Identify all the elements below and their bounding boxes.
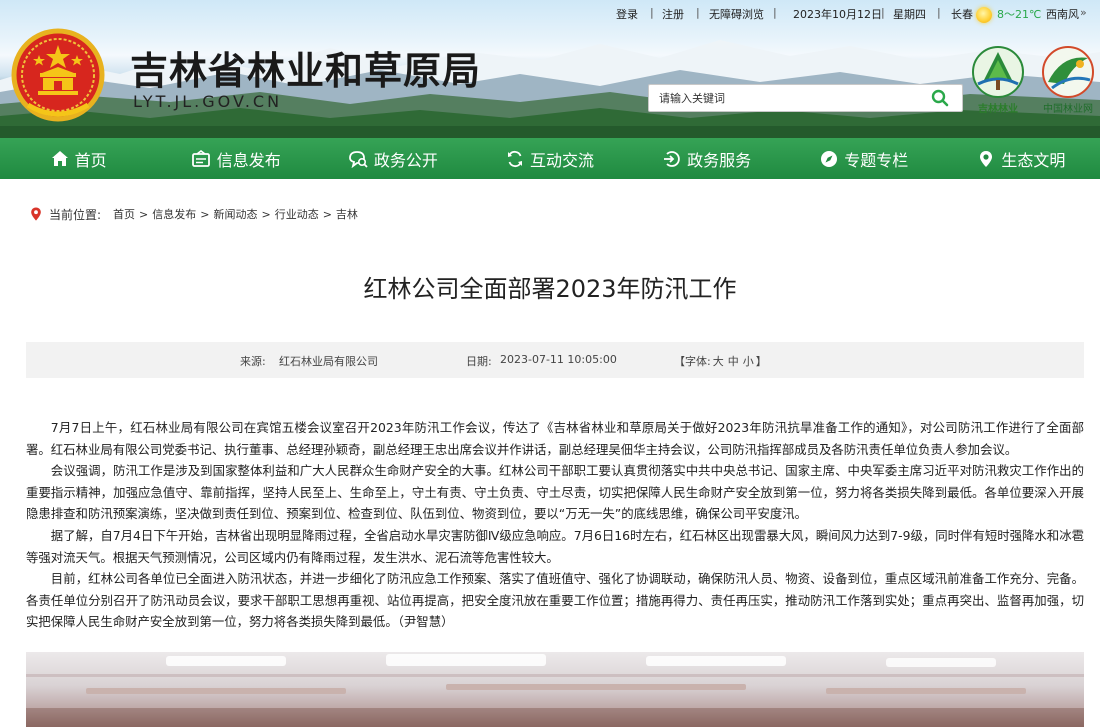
breadcrumb-item-jilin[interactable]: 吉林 (336, 206, 358, 222)
breadcrumb: 当前位置: 首页 > 信息发布 > 新闻动态 > 行业动态 > 吉林 (29, 205, 358, 223)
site-domain: LYT.JL.GOV.CN (133, 92, 283, 111)
article-paragraph: 目前，红林公司各单位已全面进入防汛状态，并进一步细化了防汛应急工作预案、落实了值… (26, 571, 1084, 630)
current-weekday: 星期四 (893, 8, 926, 21)
login-link[interactable]: 登录 (616, 8, 638, 21)
nav-item-service[interactable]: 政务服务 (629, 138, 786, 179)
weather-wind: 西南风 (1046, 8, 1079, 21)
nav-item-info-release[interactable]: 信息发布 (157, 138, 314, 179)
breadcrumb-label: 当前位置: (49, 207, 102, 222)
separator: | (773, 6, 777, 19)
weather-more-icon[interactable]: » (1080, 6, 1087, 19)
nav-item-label: 信息发布 (216, 150, 281, 170)
nav-item-label: 政务公开 (373, 150, 438, 170)
breadcrumb-separator: > (139, 207, 149, 221)
home-icon (51, 150, 68, 166)
font-size-medium-button[interactable]: 中 (728, 355, 739, 368)
current-date: 2023年10月12日 (793, 8, 882, 21)
search-icon (931, 89, 949, 107)
top-utility-bar: 登录 | 注册 | 无障碍浏览 | 2023年10月12日 | 星期四 | 长春… (0, 4, 1100, 23)
breadcrumb-item-news[interactable]: 新闻动态 (213, 206, 257, 222)
sunny-weather-icon (976, 7, 992, 23)
nav-item-label: 首页 (74, 150, 107, 170)
weather-city: 长春 (951, 8, 973, 21)
nav-item-label: 生态文明 (1001, 150, 1066, 170)
article-date: 2023-07-11 10:05:00 (500, 353, 617, 366)
breadcrumb-separator: > (261, 207, 271, 221)
accessibility-link[interactable]: 无障碍浏览 (709, 8, 764, 21)
breadcrumb-item-home[interactable]: 首页 (113, 206, 135, 222)
search-button[interactable] (918, 85, 962, 111)
nav-item-home[interactable]: 首页 (0, 138, 157, 179)
breadcrumb-item-industry[interactable]: 行业动态 (275, 206, 319, 222)
nav-item-gov-affairs[interactable]: 政务公开 (314, 138, 471, 179)
ecology-icon (980, 150, 993, 167)
source-label: 来源: (240, 355, 266, 368)
separator: | (696, 6, 700, 19)
breadcrumb-separator: > (322, 207, 332, 221)
article-source: 红石林业局有限公司 (279, 355, 378, 368)
site-title: 吉林省林业和草原局 (130, 48, 482, 93)
separator: | (937, 6, 941, 19)
topic-icon (821, 150, 838, 167)
date-label: 日期: (466, 355, 492, 368)
nav-item-ecology[interactable]: 生态文明 (943, 138, 1100, 179)
article-title: 红林公司全面部署2023年防汛工作 (363, 275, 737, 303)
jilin-forestry-emblem-icon (972, 46, 1024, 98)
nav-item-interaction[interactable]: 互动交流 (471, 138, 628, 179)
jilin-forestry-logo[interactable]: 吉林林业 (968, 44, 1028, 115)
meeting-room-photo (26, 654, 1084, 727)
national-emblem-logo (11, 28, 105, 122)
search-box (648, 84, 963, 112)
china-forestry-logo[interactable]: 中国林业网 (1036, 44, 1100, 115)
nav-item-topics[interactable]: 专题专栏 (786, 138, 943, 179)
search-input[interactable] (649, 85, 919, 111)
interaction-icon (507, 150, 522, 167)
breadcrumb-separator: > (200, 207, 210, 221)
jilin-forestry-caption: 吉林林业 (978, 104, 1018, 115)
china-forestry-emblem-icon (1042, 46, 1094, 98)
info-release-icon (191, 149, 210, 167)
article-paragraph: 会议强调，防汛工作是涉及到国家整体利益和广大人民群众生命财产安全的大事。红林公司… (26, 463, 1084, 522)
font-size-small-button[interactable]: 小 (743, 355, 754, 368)
service-icon (664, 150, 680, 167)
breadcrumb-item-info-release[interactable]: 信息发布 (152, 206, 196, 222)
font-size-label: 【字体: (674, 355, 711, 368)
nav-item-label: 政务服务 (687, 150, 752, 170)
article-paragraph: 据了解，自7月4日下午开始，吉林省出现明显降雨过程，全省启动水旱灾害防御Ⅳ级应急… (26, 527, 1084, 565)
china-forestry-caption: 中国林业网 (1043, 104, 1093, 115)
separator: | (650, 6, 654, 19)
article-paragraph: 7月7日上午，红石林业局有限公司在宾馆五楼会议室召开2023年防汛工作会议，传达… (26, 420, 1084, 457)
font-size-large-button[interactable]: 大 (713, 355, 724, 368)
article-photo (26, 652, 1084, 727)
font-size-close: 】 (755, 355, 767, 368)
nav-item-label: 互动交流 (529, 150, 594, 170)
header-banner: 登录 | 注册 | 无障碍浏览 | 2023年10月12日 | 星期四 | 长春… (0, 0, 1100, 138)
weather-temperature: 8～21℃ (997, 8, 1042, 21)
font-size-control: 【字体: 大中小】 (674, 353, 767, 369)
register-link[interactable]: 注册 (662, 8, 684, 21)
article-meta-bar: 来源: 红石林业局有限公司 日期: 2023-07-11 10:05:00 【字… (26, 342, 1084, 378)
nav-item-label: 专题专栏 (844, 150, 909, 170)
main-nav: 首页 信息发布 政务公开 互动交流 政务服务 专题专栏 生态文明 (0, 138, 1100, 179)
location-pin-icon (31, 207, 41, 221)
gov-affairs-icon (348, 150, 368, 168)
article-body: 7月7日上午，红石林业局有限公司在宾馆五楼会议室召开2023年防汛工作会议，传达… (26, 417, 1084, 633)
separator: | (881, 6, 885, 19)
